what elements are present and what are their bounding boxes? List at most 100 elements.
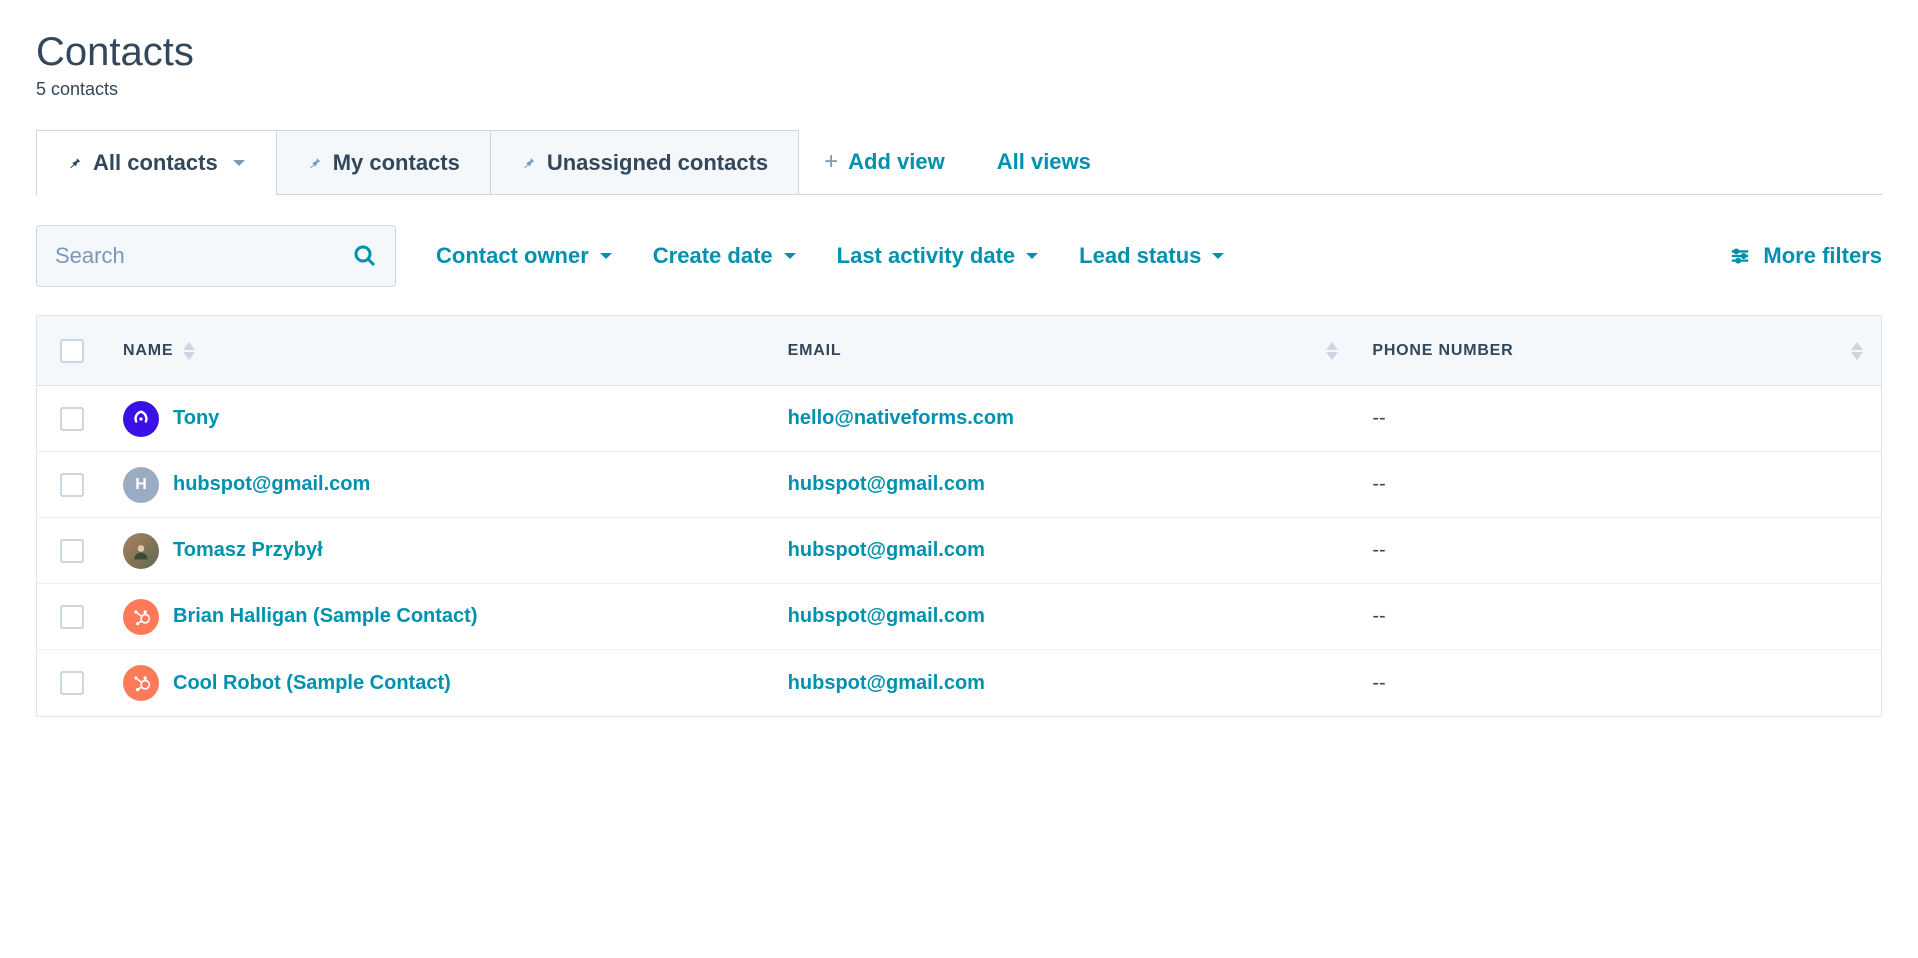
column-header-phone[interactable]: PHONE NUMBER xyxy=(1356,342,1881,360)
chevron-down-icon xyxy=(1211,249,1225,263)
table-header: NAME EMAIL PHONE NUMBER xyxy=(37,316,1881,386)
filter-contact-owner[interactable]: Contact owner xyxy=(436,243,613,269)
sort-icon xyxy=(183,342,197,360)
row-checkbox[interactable] xyxy=(60,605,84,629)
cell-phone: -- xyxy=(1356,473,1881,496)
cell-name: Hhubspot@gmail.com xyxy=(107,467,772,503)
contact-email-link[interactable]: hubspot@gmail.com xyxy=(788,605,985,628)
more-filters-label: More filters xyxy=(1763,243,1882,269)
row-select-cell xyxy=(37,473,107,497)
contact-email-link[interactable]: hubspot@gmail.com xyxy=(788,473,985,496)
tab-label: All contacts xyxy=(93,150,218,176)
table-row: Tomasz Przybył hubspot@gmail.com -- xyxy=(37,518,1881,584)
row-select-cell xyxy=(37,671,107,695)
chevron-down-icon xyxy=(783,249,797,263)
cell-name: Tony xyxy=(107,401,772,437)
filter-row: Contact owner Create date Last activity … xyxy=(36,195,1882,315)
sort-icon xyxy=(1851,342,1865,360)
contact-name-link[interactable]: Cool Robot (Sample Contact) xyxy=(173,672,451,695)
column-label: NAME xyxy=(123,342,173,360)
row-select-cell xyxy=(37,605,107,629)
sliders-icon xyxy=(1729,245,1751,267)
table-body: Tony hello@nativeforms.com -- Hhubspot@gmai… xyxy=(37,386,1881,716)
column-header-name[interactable]: NAME xyxy=(107,342,772,360)
row-checkbox[interactable] xyxy=(60,539,84,563)
cell-email: hubspot@gmail.com xyxy=(772,672,1357,695)
contacts-table: NAME EMAIL PHONE NUMBER Tony hello@native… xyxy=(36,315,1882,717)
search-icon xyxy=(353,244,377,268)
cell-name: Cool Robot (Sample Contact) xyxy=(107,665,772,701)
select-all-checkbox[interactable] xyxy=(60,339,84,363)
contact-phone: -- xyxy=(1372,473,1385,496)
tab-all-contacts[interactable]: All contacts xyxy=(36,130,277,194)
add-view-button[interactable]: + Add view xyxy=(798,130,971,194)
avatar xyxy=(123,401,159,437)
filter-label: Contact owner xyxy=(436,243,589,269)
row-select-cell xyxy=(37,539,107,563)
contact-phone: -- xyxy=(1372,539,1385,562)
all-views-link[interactable]: All views xyxy=(971,130,1117,194)
tabs-row: All contacts My contacts Unassigned cont… xyxy=(36,130,1882,195)
search-box[interactable] xyxy=(36,225,396,287)
avatar xyxy=(123,599,159,635)
contact-name-link[interactable]: Brian Halligan (Sample Contact) xyxy=(173,605,478,628)
search-input[interactable] xyxy=(55,243,353,269)
table-row: Cool Robot (Sample Contact) hubspot@gmail… xyxy=(37,650,1881,716)
hubspot-icon xyxy=(131,607,151,627)
cell-phone: -- xyxy=(1356,672,1881,695)
cell-email: hubspot@gmail.com xyxy=(772,605,1357,628)
cell-email: hubspot@gmail.com xyxy=(772,473,1357,496)
chevron-down-icon xyxy=(1025,249,1039,263)
contact-email-link[interactable]: hubspot@gmail.com xyxy=(788,672,985,695)
contact-name-link[interactable]: hubspot@gmail.com xyxy=(173,473,370,496)
column-label: EMAIL xyxy=(788,342,842,360)
avatar: H xyxy=(123,467,159,503)
contact-name-link[interactable]: Tomasz Przybył xyxy=(173,539,323,562)
cell-phone: -- xyxy=(1356,539,1881,562)
contact-name-link[interactable]: Tony xyxy=(173,407,219,430)
row-checkbox[interactable] xyxy=(60,671,84,695)
all-views-label: All views xyxy=(997,149,1091,175)
filter-label: Last activity date xyxy=(837,243,1016,269)
plus-icon: + xyxy=(824,148,838,176)
cell-phone: -- xyxy=(1356,605,1881,628)
page-title: Contacts xyxy=(36,30,1882,75)
avatar-letter: H xyxy=(135,476,147,494)
cell-phone: -- xyxy=(1356,407,1881,430)
table-row: Brian Halligan (Sample Contact) hubspot@g… xyxy=(37,584,1881,650)
more-filters-button[interactable]: More filters xyxy=(1729,243,1882,269)
hubspot-icon xyxy=(131,673,151,693)
table-row: Hhubspot@gmail.comhubspot@gmail.com-- xyxy=(37,452,1881,518)
cell-name: Tomasz Przybył xyxy=(107,533,772,569)
filter-lead-status[interactable]: Lead status xyxy=(1079,243,1225,269)
rocket-icon xyxy=(131,409,151,429)
column-label: PHONE NUMBER xyxy=(1372,342,1513,360)
chevron-down-icon xyxy=(599,249,613,263)
cell-email: hubspot@gmail.com xyxy=(772,539,1357,562)
chevron-down-icon xyxy=(232,158,246,168)
tab-my-contacts[interactable]: My contacts xyxy=(276,130,491,194)
column-header-email[interactable]: EMAIL xyxy=(772,342,1357,360)
row-checkbox[interactable] xyxy=(60,473,84,497)
filter-label: Lead status xyxy=(1079,243,1201,269)
sort-icon xyxy=(1326,342,1340,360)
filter-last-activity[interactable]: Last activity date xyxy=(837,243,1040,269)
filter-label: Create date xyxy=(653,243,773,269)
cell-name: Brian Halligan (Sample Contact) xyxy=(107,599,772,635)
filter-create-date[interactable]: Create date xyxy=(653,243,797,269)
tab-unassigned-contacts[interactable]: Unassigned contacts xyxy=(490,130,799,194)
contact-count: 5 contacts xyxy=(36,79,1882,100)
contact-phone: -- xyxy=(1372,407,1385,430)
select-all-cell xyxy=(37,339,107,363)
contact-phone: -- xyxy=(1372,605,1385,628)
contact-email-link[interactable]: hubspot@gmail.com xyxy=(788,539,985,562)
avatar xyxy=(123,665,159,701)
table-row: Tony hello@nativeforms.com -- xyxy=(37,386,1881,452)
pin-icon xyxy=(521,155,537,171)
avatar xyxy=(123,533,159,569)
tab-label: Unassigned contacts xyxy=(547,150,768,176)
row-checkbox[interactable] xyxy=(60,407,84,431)
row-select-cell xyxy=(37,407,107,431)
contact-phone: -- xyxy=(1372,672,1385,695)
contact-email-link[interactable]: hello@nativeforms.com xyxy=(788,407,1014,430)
